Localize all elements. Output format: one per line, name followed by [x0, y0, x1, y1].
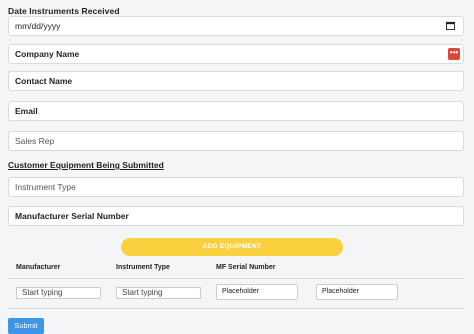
calendar-icon[interactable]	[446, 21, 455, 30]
manufacturer-cell-placeholder: Start typing	[22, 288, 63, 297]
instrument-type-cell-placeholder: Start typing	[122, 288, 163, 297]
date-value: mm/dd/yyyy	[15, 21, 61, 31]
sales-rep-input[interactable]: Sales Rep	[8, 131, 464, 151]
sales-rep-placeholder: Sales Rep	[15, 136, 55, 146]
table-bottom-divider	[8, 308, 464, 309]
instrument-type-cell-input[interactable]: Start typing	[116, 287, 201, 299]
manufacturer-cell-input[interactable]: Start typing	[16, 287, 101, 299]
contact-name-input[interactable]: Contact Name	[8, 71, 464, 91]
serial-number-input[interactable]: Manufacturer Serial Number	[8, 206, 464, 226]
instrument-type-column-header: Instrument Type	[116, 264, 170, 271]
date-received-label: Date Instruments Received	[8, 6, 120, 16]
serial-cell-placeholder-1: Placeholder	[222, 288, 259, 295]
manufacturer-column-header: Manufacturer	[16, 264, 61, 271]
table-divider	[8, 278, 464, 279]
company-name-input[interactable]: Company Name •••	[8, 44, 464, 64]
instrument-type-placeholder: Instrument Type	[15, 182, 76, 192]
date-received-input[interactable]: mm/dd/yyyy	[8, 16, 464, 36]
serial-cell-input-2[interactable]: Placeholder	[316, 284, 398, 300]
serial-cell-input-1[interactable]: Placeholder	[216, 284, 298, 300]
serial-cell-placeholder-2: Placeholder	[322, 288, 359, 295]
email-placeholder: Email	[15, 106, 38, 116]
email-input[interactable]: Email	[8, 101, 464, 121]
add-equipment-button[interactable]: ADD EQUIPMENT	[121, 238, 343, 256]
equipment-section-title: Customer Equipment Being Submitted	[8, 160, 164, 170]
serial-number-placeholder: Manufacturer Serial Number	[15, 211, 129, 221]
serial-number-column-header: MF Serial Number	[216, 264, 276, 271]
contact-name-placeholder: Contact Name	[15, 76, 73, 86]
company-name-placeholder: Company Name	[15, 49, 80, 59]
instrument-type-input[interactable]: Instrument Type	[8, 177, 464, 197]
more-options-icon[interactable]: •••	[448, 48, 460, 60]
